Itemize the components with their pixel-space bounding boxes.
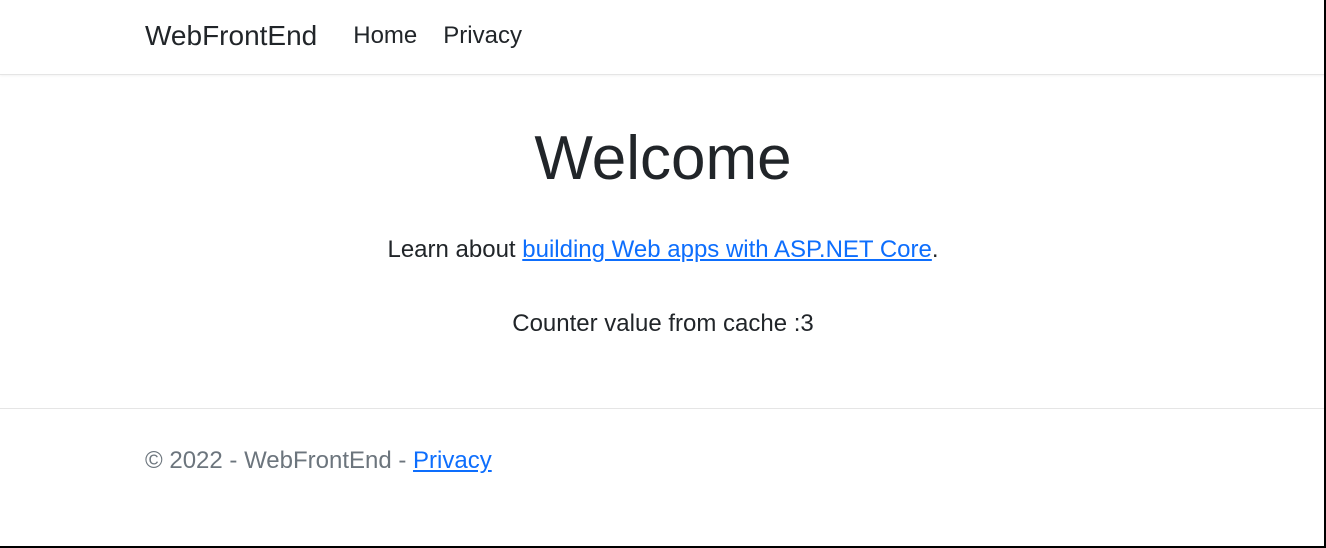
learn-line: Learn about building Web apps with ASP.N… xyxy=(0,236,1326,264)
nav-links: Home Privacy xyxy=(353,22,522,50)
counter-prefix: Counter value from cache : xyxy=(512,310,800,337)
learn-suffix: . xyxy=(932,236,939,263)
main-content: Welcome Learn about building Web apps wi… xyxy=(0,75,1326,408)
page-heading: Welcome xyxy=(0,123,1326,194)
learn-link[interactable]: building Web apps with ASP.NET Core xyxy=(522,236,932,263)
counter-value: 3 xyxy=(800,310,813,337)
nav-privacy[interactable]: Privacy xyxy=(443,22,522,50)
navbar-inner: WebFrontEnd Home Privacy xyxy=(0,0,1326,74)
footer-privacy-link[interactable]: Privacy xyxy=(413,447,492,474)
footer-copyright: © 2022 - WebFrontEnd - xyxy=(145,447,413,474)
navbar: WebFrontEnd Home Privacy xyxy=(0,0,1326,75)
learn-prefix: Learn about xyxy=(387,236,522,263)
nav-home[interactable]: Home xyxy=(353,22,417,50)
footer: © 2022 - WebFrontEnd - Privacy xyxy=(0,409,1326,475)
counter-line: Counter value from cache :3 xyxy=(0,310,1326,338)
brand-link[interactable]: WebFrontEnd xyxy=(145,20,317,52)
